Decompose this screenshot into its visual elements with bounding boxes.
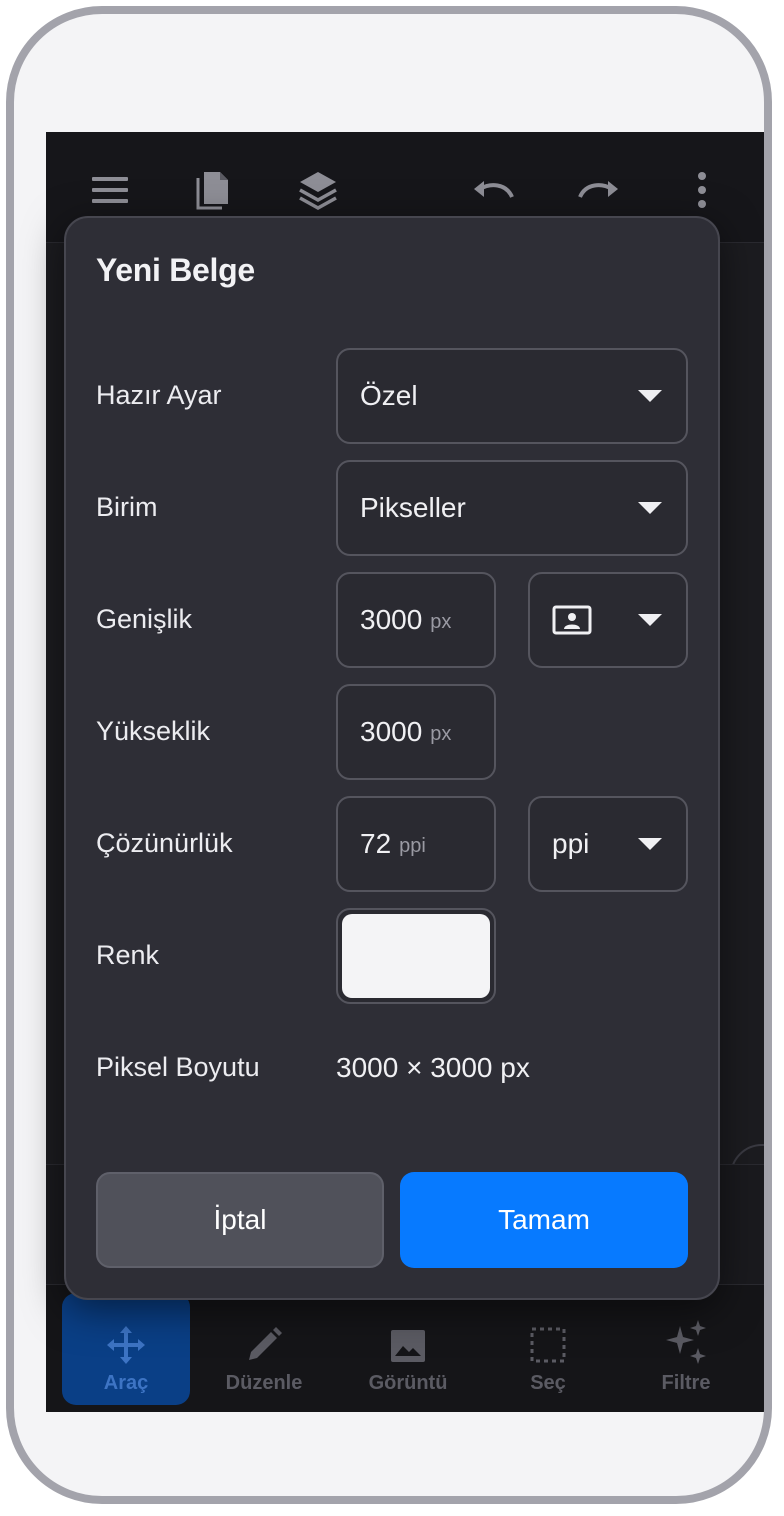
new-document-dialog: Yeni Belge Hazır Ayar Özel Birim Piksell… (64, 216, 720, 1300)
color-swatch-button[interactable] (336, 908, 496, 1004)
resolution-unit-select[interactable]: ppi (528, 796, 688, 892)
redo-icon[interactable] (574, 166, 622, 214)
nav-label: Seç (530, 1372, 566, 1394)
orientation-select[interactable] (528, 572, 688, 668)
nav-item-sec[interactable]: Seç (484, 1293, 612, 1405)
more-vertical-icon[interactable] (678, 166, 726, 214)
height-input[interactable]: 3000 px (336, 684, 496, 780)
chevron-down-icon (638, 614, 662, 626)
height-label: Yükseklik (96, 716, 211, 746)
chevron-down-icon (638, 390, 662, 402)
preset-label: Hazır Ayar (96, 380, 222, 410)
selection-icon (530, 1327, 566, 1363)
pixel-size-label: Piksel Boyutu (96, 1052, 260, 1082)
pencil-icon (249, 1327, 282, 1360)
nav-label: Filtre (661, 1372, 711, 1394)
landscape-orientation-icon (552, 605, 592, 635)
cancel-button[interactable]: İptal (96, 1172, 384, 1268)
nav-label: Görüntü (368, 1372, 448, 1394)
pixel-size-value: 3000 × 3000 px (336, 1052, 530, 1083)
dialog-title: Yeni Belge (96, 252, 255, 288)
chevron-down-icon (638, 502, 662, 514)
nav-item-duzenle[interactable]: Düzenle (200, 1293, 328, 1405)
documents-icon[interactable] (188, 166, 236, 214)
bottom-navigation: Araç Düzenle Görüntü Seç Filtre (46, 1284, 764, 1412)
preset-value: Özel (360, 380, 418, 411)
width-input[interactable]: 3000 px (336, 572, 496, 668)
width-unit: px (430, 610, 452, 633)
height-value: 3000 (360, 716, 423, 747)
width-label: Genişlik (96, 604, 193, 634)
color-swatch (342, 914, 490, 998)
nav-item-filtre[interactable]: Filtre (622, 1293, 750, 1405)
unit-select[interactable]: Pikseller (336, 460, 688, 556)
undo-icon[interactable] (470, 166, 518, 214)
chevron-down-icon (638, 838, 662, 850)
unit-value: Pikseller (360, 492, 466, 523)
resolution-unit: ppi (399, 834, 426, 857)
nav-label: Düzenle (225, 1372, 303, 1394)
ok-button[interactable]: Tamam (400, 1172, 688, 1268)
preset-select[interactable]: Özel (336, 348, 688, 444)
nav-item-arac[interactable]: Araç (62, 1293, 190, 1405)
color-label: Renk (96, 940, 160, 970)
sparkle-icon (666, 1320, 706, 1364)
width-value: 3000 (360, 604, 423, 635)
nav-item-goruntu[interactable]: Görüntü (344, 1293, 472, 1405)
resolution-label: Çözünürlük (96, 828, 233, 858)
unit-label: Birim (96, 492, 158, 522)
resolution-value: 72 (360, 828, 392, 859)
image-icon (391, 1330, 425, 1362)
layers-icon[interactable] (294, 166, 342, 214)
resolution-input[interactable]: 72 ppi (336, 796, 496, 892)
nav-label: Araç (103, 1372, 149, 1394)
move-arrows-icon (107, 1326, 145, 1364)
height-unit: px (430, 722, 452, 745)
menu-icon[interactable] (86, 166, 134, 214)
resolution-unit-value: ppi (552, 828, 590, 859)
